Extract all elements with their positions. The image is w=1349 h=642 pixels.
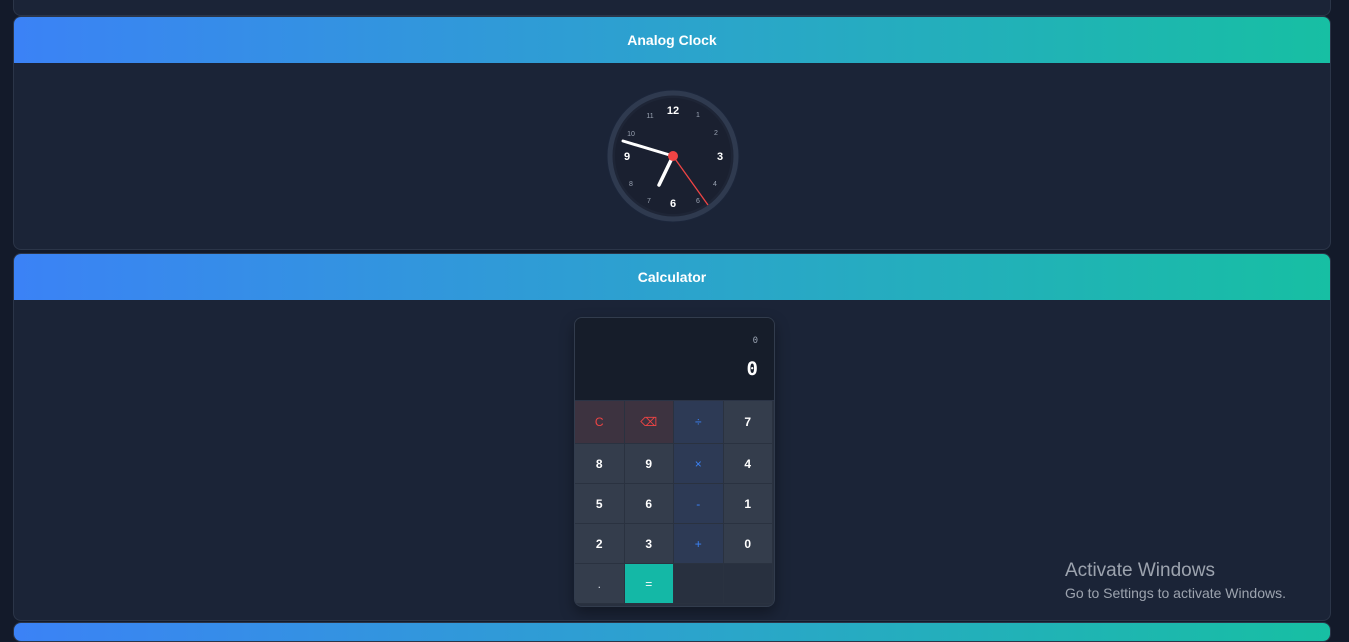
backspace-button[interactable]: ⌫ xyxy=(624,401,674,444)
divide-button[interactable]: ÷ xyxy=(674,401,724,444)
digit-4-button[interactable]: 4 xyxy=(723,444,773,484)
clock-numeral-5: 6 xyxy=(696,198,700,205)
analog-clock-header: Analog Clock xyxy=(14,17,1330,63)
digit-5-button[interactable]: 5 xyxy=(575,484,625,524)
clock-numeral-6: 6 xyxy=(670,198,676,210)
multiply-button[interactable]: × xyxy=(674,444,724,484)
calculator-current-value: 0 xyxy=(746,358,758,380)
clock-numeral-7: 7 xyxy=(647,198,651,205)
next-widget-card xyxy=(13,622,1331,642)
digit-7-button[interactable]: 7 xyxy=(723,401,773,444)
add-button[interactable]: + xyxy=(674,524,724,564)
digit-8-button[interactable]: 8 xyxy=(575,444,625,484)
decimal-button[interactable]: . xyxy=(575,564,625,604)
calculator-header: Calculator xyxy=(14,254,1330,300)
equals-button[interactable]: = xyxy=(624,564,674,604)
empty-keypad-cell xyxy=(674,564,724,604)
previous-widget-card xyxy=(13,0,1331,16)
watermark-subtitle: Go to Settings to activate Windows. xyxy=(1065,585,1286,601)
clock-numeral-8: 8 xyxy=(629,181,633,188)
clock-numeral-9: 9 xyxy=(624,151,630,163)
watermark-title: Activate Windows xyxy=(1065,560,1215,581)
analog-clock: 12 1 2 3 4 6 6 7 8 9 10 11 xyxy=(606,89,740,223)
digit-9-button[interactable]: 9 xyxy=(624,444,674,484)
clock-center-pin xyxy=(668,151,678,161)
digit-3-button[interactable]: 3 xyxy=(624,524,674,564)
activate-windows-watermark: Activate Windows Go to Settings to activ… xyxy=(1065,559,1286,603)
clock-numeral-3: 3 xyxy=(717,151,723,163)
calculator-title: Calculator xyxy=(637,269,707,285)
analog-clock-title: Analog Clock xyxy=(627,32,717,48)
clock-numeral-11: 11 xyxy=(646,113,653,120)
empty-keypad-cell xyxy=(723,564,773,604)
clock-numeral-10: 10 xyxy=(627,131,635,138)
clear-button[interactable]: C xyxy=(575,401,625,444)
clock-numeral-12: 12 xyxy=(667,105,679,117)
digit-2-button[interactable]: 2 xyxy=(575,524,625,564)
subtract-button[interactable]: - xyxy=(674,484,724,524)
digit-6-button[interactable]: 6 xyxy=(624,484,674,524)
next-widget-header xyxy=(14,623,1330,641)
clock-numeral-4: 4 xyxy=(713,181,717,188)
clock-numeral-2: 2 xyxy=(714,130,718,137)
calculator-keypad: C ⌫ ÷ 7 8 9 × 4 5 6 - 1 2 3 + 0 . = xyxy=(575,401,774,604)
calculator-previous-value: 0 xyxy=(752,336,758,346)
calculator-display: 0 0 xyxy=(575,318,774,401)
digit-1-button[interactable]: 1 xyxy=(723,484,773,524)
clock-face: 12 1 2 3 4 6 6 7 8 9 10 11 xyxy=(606,89,740,223)
digit-0-button[interactable]: 0 xyxy=(723,524,773,564)
analog-clock-card: Analog Clock 12 1 2 3 4 6 6 7 8 9 10 11 xyxy=(13,16,1331,250)
calculator: 0 0 C ⌫ ÷ 7 8 9 × 4 5 6 - 1 2 3 + 0 . = xyxy=(574,317,775,607)
clock-numeral-1: 1 xyxy=(696,112,700,119)
